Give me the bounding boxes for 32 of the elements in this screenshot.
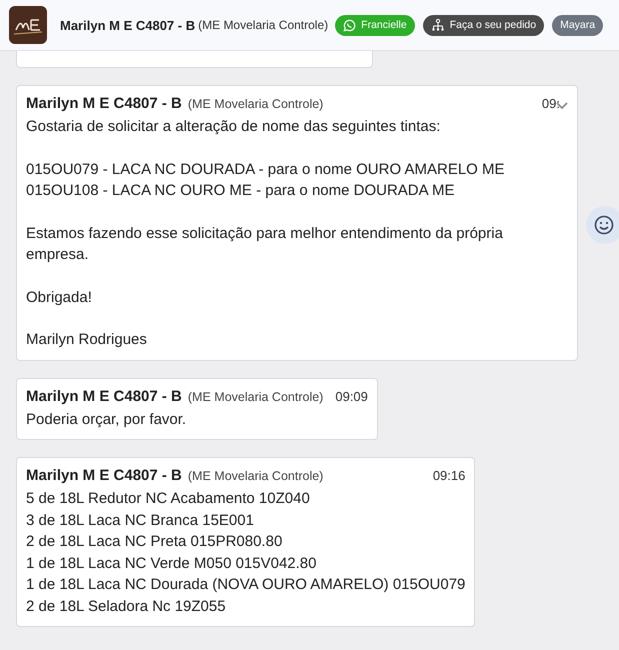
message-text: 5 de 18L Redutor NC Acabamento 10Z040 xyxy=(26,489,311,509)
sender-name: Marilyn M E C4807 - B xyxy=(26,467,182,484)
message-time: 09:16 xyxy=(432,468,466,483)
contact-tag[interactable]: Mayara xyxy=(552,14,604,36)
hierarchy-icon xyxy=(430,18,445,32)
message-text: 015OU079 - LACA NC DOURADA - para o nome OURO AMARELO ME xyxy=(26,160,506,180)
contact-company: (ME Movelaria Controle) xyxy=(198,18,328,32)
sender-name: Marilyn M E C4807 - B xyxy=(26,95,182,112)
message-text: 3 de 18L Laca NC Branca 15E001 xyxy=(26,510,255,530)
message-time: 09:09 xyxy=(335,388,368,404)
logo-icon xyxy=(9,6,47,44)
message-text: 015OU108 - LACA NC OURO ME - para o nome DOURADA ME xyxy=(26,181,456,201)
message-text: Marilyn Rodrigues xyxy=(26,330,148,350)
sender-company: (ME Movelaria Controle) xyxy=(188,390,324,404)
sender-company: (ME Movelaria Controle) xyxy=(188,469,324,483)
message-time: 09: xyxy=(542,96,560,111)
message-text: 1 de 18L Laca NC Dourada (NOVA OURO AMARELO) 015OU079 xyxy=(26,575,466,595)
message-text: Gostaria de solicitar a alteração de nome das seguintes tintas: xyxy=(26,117,442,137)
message-text: 2 de 18L Seladora Nc 19Z055 xyxy=(26,596,227,616)
sender-company: (ME Movelaria Controle) xyxy=(188,97,324,111)
message-text: 2 de 18L Laca NC Preta 015PR080.80 xyxy=(26,532,284,552)
message-text: 1 de 18L Laca NC Verde M050 015V042.80 xyxy=(26,554,318,574)
message-text: Poderia orçar, por favor. xyxy=(26,410,188,430)
sender-name: Marilyn M E C4807 - B xyxy=(26,388,182,404)
contact-tag[interactable]: Faça o seu pedido xyxy=(422,14,544,36)
message-text: Estamos fazendo esse solicitação para melhor entendimento da própria empresa. xyxy=(26,224,504,265)
message-text: Obrigada! xyxy=(26,288,93,308)
contact-tag[interactable]: Francielle xyxy=(335,14,415,36)
contact-name: Marilyn M E C4807 - B xyxy=(60,18,196,32)
emoji-button[interactable] xyxy=(586,206,619,244)
whatsapp-icon xyxy=(343,18,356,32)
smiley-icon xyxy=(594,215,614,235)
